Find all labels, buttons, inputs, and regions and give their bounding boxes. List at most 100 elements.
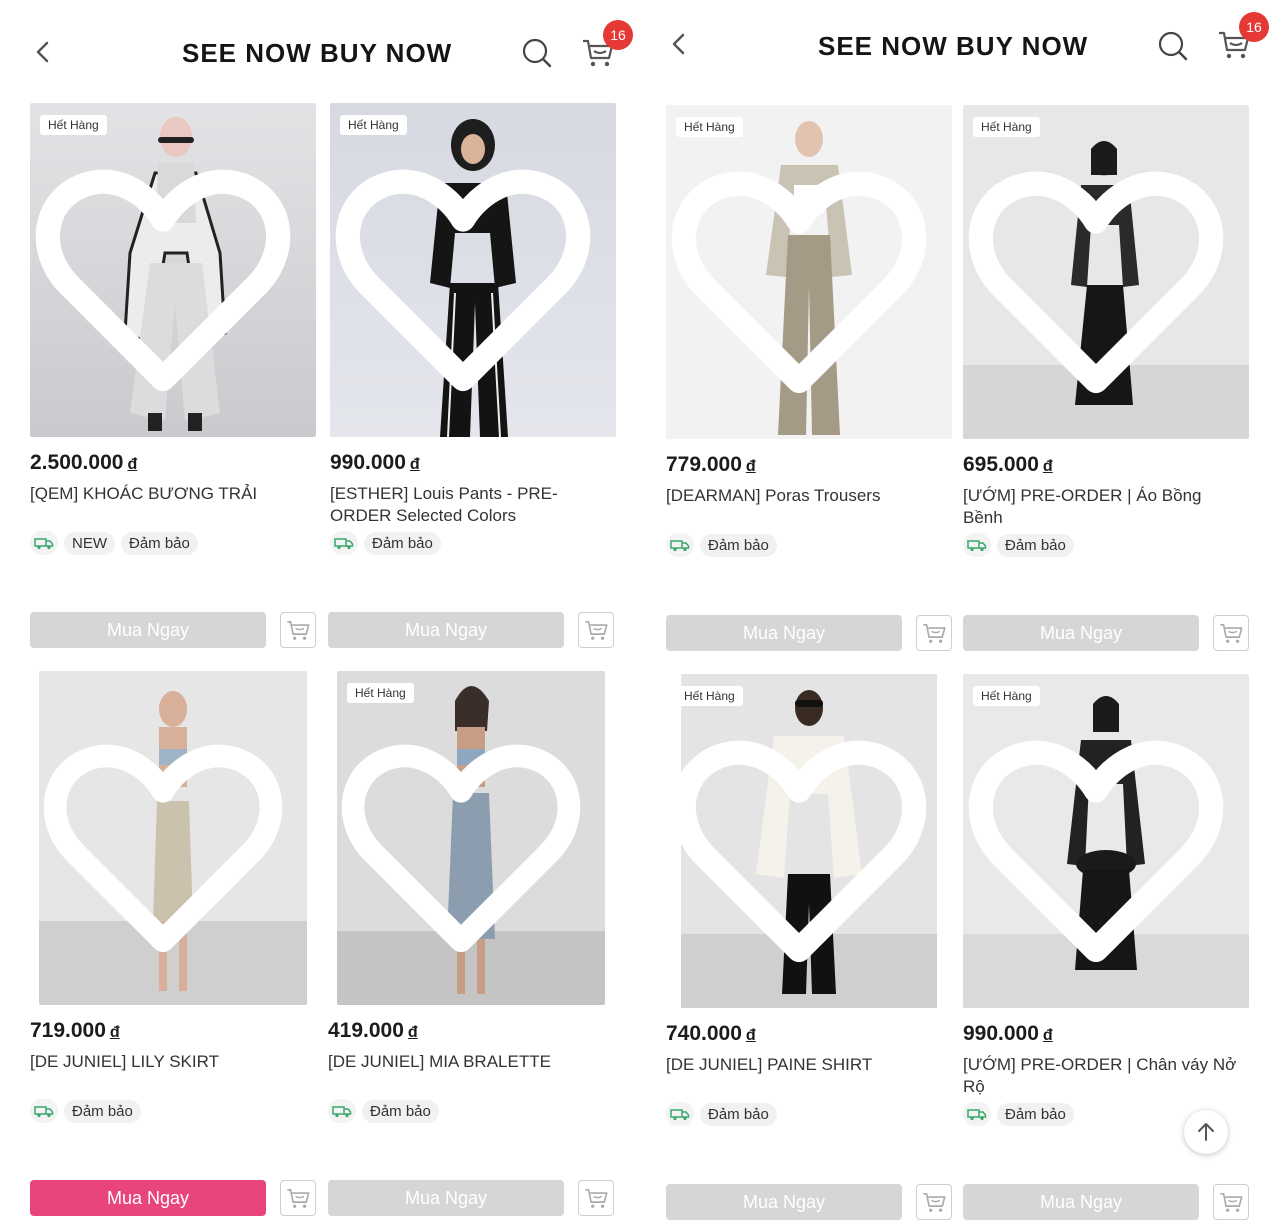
scroll-to-top-button[interactable] xyxy=(1184,1110,1228,1154)
product-name: [DE JUNIEL] LILY SKIRT xyxy=(30,1052,219,1071)
guarantee-tag: Đảm bảo xyxy=(362,1099,439,1123)
delivery-truck-icon xyxy=(963,533,991,557)
cart-icon xyxy=(1217,619,1245,647)
product-image[interactable]: Hết Hàng xyxy=(666,105,952,439)
delivery-truck-icon xyxy=(30,531,58,555)
buy-now-button[interactable]: Mua Ngay xyxy=(963,1184,1199,1220)
cart-count-badge: 16 xyxy=(603,20,633,50)
add-to-cart-button[interactable] xyxy=(1213,615,1249,651)
guarantee-tag: Đảm bảo xyxy=(700,533,777,557)
product-tags: NEW Đảm bảo xyxy=(30,531,198,555)
product-price: 779.000 đ xyxy=(666,453,756,476)
product-tags: Đảm bảo xyxy=(328,1099,439,1123)
cart-icon xyxy=(920,619,948,647)
page-title: SEE NOW BUY NOW xyxy=(182,38,453,68)
add-to-cart-button[interactable] xyxy=(916,1184,952,1220)
heart-icon[interactable] xyxy=(330,113,606,437)
back-button[interactable] xyxy=(30,38,58,66)
product-tags: Đảm bảo xyxy=(666,533,777,557)
guarantee-tag: Đảm bảo xyxy=(700,1102,777,1126)
right-screen: SEE NOW BUY NOW 16 Hết Hàng 779.000 đ [DE… xyxy=(640,0,1280,1220)
heart-icon[interactable] xyxy=(666,115,942,439)
top-bar: SEE NOW BUY NOW 16 xyxy=(0,0,640,100)
product-image[interactable]: Hết Hàng xyxy=(963,105,1249,439)
search-button[interactable] xyxy=(521,37,553,69)
cart-icon xyxy=(582,1184,610,1212)
cart-icon xyxy=(582,616,610,644)
product-tags: Đảm bảo xyxy=(963,533,1074,557)
heart-icon[interactable] xyxy=(39,681,297,1005)
buy-now-button[interactable]: Mua Ngay xyxy=(328,1180,564,1216)
cart-button[interactable]: 16 xyxy=(1217,12,1269,62)
cart-icon xyxy=(284,616,312,644)
heart-icon[interactable] xyxy=(30,113,306,437)
product-price: 695.000 đ xyxy=(963,453,1053,476)
guarantee-tag: Đảm bảo xyxy=(64,1099,141,1123)
cart-icon xyxy=(1217,1188,1245,1216)
product-name: [QEM] KHOÁC BƯƠNG TRẢI xyxy=(30,484,258,503)
product-name: [ESTHER] Louis Pants - PRE-ORDER Selecte… xyxy=(330,484,558,525)
guarantee-tag: Đảm bảo xyxy=(364,531,441,555)
cart-count-badge: 16 xyxy=(1239,12,1269,42)
buy-now-button[interactable]: Mua Ngay xyxy=(328,612,564,648)
add-to-cart-button[interactable] xyxy=(578,1180,614,1216)
product-tags: Đảm bảo xyxy=(666,1102,777,1126)
guarantee-tag: Đảm bảo xyxy=(997,533,1074,557)
guarantee-tag: Đảm bảo xyxy=(121,531,198,555)
top-bar: SEE NOW BUY NOW 16 xyxy=(640,0,1280,100)
back-button[interactable] xyxy=(666,30,694,58)
product-tags: Đảm bảo xyxy=(30,1099,141,1123)
buy-now-button[interactable]: Mua Ngay xyxy=(666,615,902,651)
search-button[interactable] xyxy=(1157,30,1189,62)
search-icon xyxy=(1157,30,1189,62)
buy-now-button[interactable]: Mua Ngay xyxy=(666,1184,902,1220)
back-arrow-icon xyxy=(30,38,58,66)
add-to-cart-button[interactable] xyxy=(1213,1184,1249,1220)
product-image[interactable]: Hết Hàng xyxy=(330,103,616,437)
product-image[interactable] xyxy=(39,671,307,1005)
add-to-cart-button[interactable] xyxy=(280,1180,316,1216)
cart-icon xyxy=(284,1184,312,1212)
product-price: 719.000 đ xyxy=(30,1019,120,1042)
product-name: [DE JUNIEL] PAINE SHIRT xyxy=(666,1055,873,1074)
buy-now-button[interactable]: Mua Ngay xyxy=(30,612,266,648)
cart-button[interactable]: 16 xyxy=(581,20,633,70)
buy-now-button[interactable]: Mua Ngay xyxy=(963,615,1199,651)
cart-icon xyxy=(920,1188,948,1216)
product-image[interactable]: Hết Hàng xyxy=(337,671,605,1005)
product-tags: Đảm bảo xyxy=(963,1102,1074,1126)
guarantee-tag: Đảm bảo xyxy=(997,1102,1074,1126)
product-name: [ƯỚM] PRE-ORDER | Áo Bồng Bềnh xyxy=(963,486,1202,527)
page-title: SEE NOW BUY NOW xyxy=(818,31,1089,61)
new-tag: NEW xyxy=(64,531,115,555)
product-name: [DE JUNIEL] MIA BRALETTE xyxy=(328,1052,551,1071)
product-price: 990.000 đ xyxy=(963,1022,1053,1045)
product-price: 419.000 đ xyxy=(328,1019,418,1042)
product-name: [ƯỚM] PRE-ORDER | Chân váy Nở Rộ xyxy=(963,1055,1237,1096)
heart-icon[interactable] xyxy=(666,684,942,1008)
heart-icon[interactable] xyxy=(337,681,595,1005)
delivery-truck-icon xyxy=(666,1102,694,1126)
delivery-truck-icon xyxy=(666,533,694,557)
product-image[interactable]: Hết Hàng xyxy=(666,674,952,1008)
product-image[interactable]: Hết Hàng xyxy=(963,674,1249,1008)
delivery-truck-icon xyxy=(328,1099,356,1123)
add-to-cart-button[interactable] xyxy=(578,612,614,648)
delivery-truck-icon xyxy=(330,531,358,555)
product-image[interactable]: Hết Hàng xyxy=(30,103,316,437)
product-price: 2.500.000 đ xyxy=(30,451,138,474)
delivery-truck-icon xyxy=(963,1102,991,1126)
left-screen: SEE NOW BUY NOW 16 Hết Hàng 2.500.000 đ … xyxy=(0,0,640,1220)
heart-icon[interactable] xyxy=(963,684,1239,1008)
add-to-cart-button[interactable] xyxy=(280,612,316,648)
delivery-truck-icon xyxy=(30,1099,58,1123)
back-arrow-icon xyxy=(666,30,694,58)
add-to-cart-button[interactable] xyxy=(916,615,952,651)
arrow-up-icon xyxy=(1198,1123,1214,1141)
product-name: [DEARMAN] Poras Trousers xyxy=(666,486,881,505)
product-price: 990.000 đ xyxy=(330,451,420,474)
buy-now-button[interactable]: Mua Ngay xyxy=(30,1180,266,1216)
product-price: 740.000 đ xyxy=(666,1022,756,1045)
search-icon xyxy=(521,37,553,69)
heart-icon[interactable] xyxy=(963,115,1239,439)
